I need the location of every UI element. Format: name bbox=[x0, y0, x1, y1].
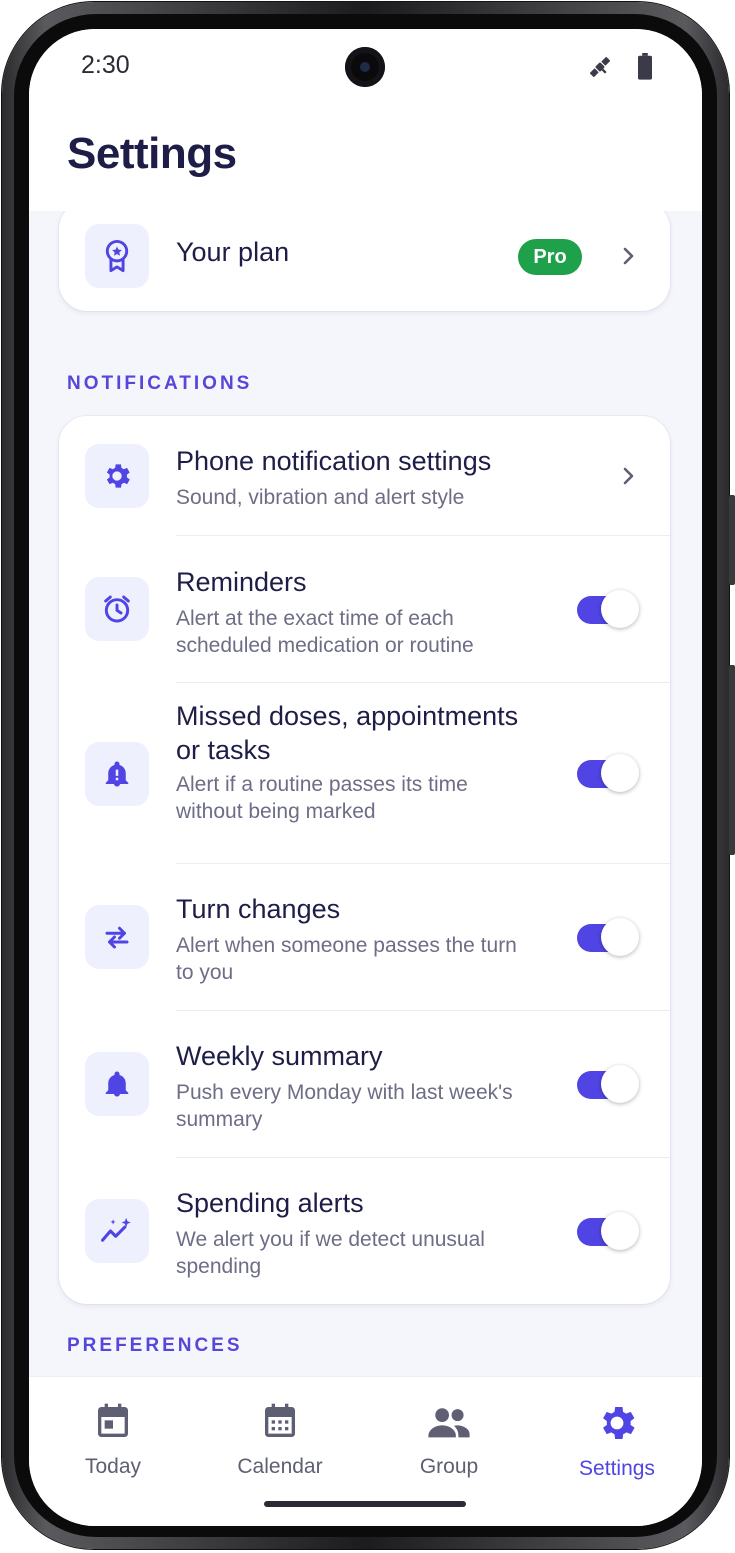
section-notifications: NOTIFICATIONS bbox=[67, 373, 253, 394]
settings-icon-tile bbox=[85, 444, 149, 508]
chevron-right-icon bbox=[623, 467, 634, 485]
nav-item-today[interactable]: Today bbox=[43, 1401, 183, 1479]
nav-label-calendar: Calendar bbox=[237, 1455, 323, 1478]
header: 2:30 Settings bbox=[29, 29, 702, 211]
reminders-title: Reminders bbox=[176, 567, 307, 597]
alarm-clock-icon bbox=[104, 595, 130, 623]
nav-item-calendar[interactable]: Calendar bbox=[210, 1401, 350, 1479]
gear-icon bbox=[106, 464, 130, 488]
group-icon bbox=[428, 1408, 470, 1438]
toggle-knob bbox=[601, 918, 639, 956]
status-icons bbox=[586, 53, 654, 81]
missed-doses-subtitle: Alert if a routine passes its time witho… bbox=[176, 773, 468, 823]
gear-icon bbox=[603, 1407, 635, 1439]
notifications-card: Phone notification settings Sound, vibra… bbox=[59, 416, 670, 1304]
sparkle-trend-icon bbox=[101, 1217, 131, 1242]
reminders-icon-tile bbox=[85, 577, 149, 641]
weekly-summary-subtitle: Push every Monday with last week's summa… bbox=[176, 1081, 513, 1131]
missed-doses-icon-tile bbox=[85, 742, 149, 806]
front-camera bbox=[345, 47, 385, 87]
nav-label-settings: Settings bbox=[579, 1457, 655, 1480]
nav-item-group[interactable]: Group bbox=[379, 1401, 519, 1479]
weekly-summary-title: Weekly summary bbox=[176, 1041, 383, 1071]
turn-changes-toggle[interactable] bbox=[577, 918, 639, 956]
plan-label: Your plan bbox=[176, 237, 290, 267]
section-preferences: PREFERENCES bbox=[67, 1335, 243, 1356]
nav-label-group: Group bbox=[419, 1455, 479, 1478]
screen: 2:30 Settings Your plan Pro NOTIFICATION… bbox=[29, 29, 702, 1526]
home-indicator[interactable] bbox=[264, 1501, 466, 1507]
toggle-knob bbox=[601, 754, 639, 792]
bottom-nav: Today Calendar Group Settings bbox=[29, 1376, 702, 1526]
satellite-icon bbox=[589, 56, 611, 78]
bell-alert-icon bbox=[105, 761, 129, 787]
battery-icon bbox=[638, 53, 652, 80]
phone-settings-title: Phone notification settings bbox=[176, 446, 492, 476]
volume-button bbox=[729, 495, 735, 585]
your-plan-row[interactable]: Your plan Pro bbox=[59, 211, 670, 311]
weekly-summary-icon-tile bbox=[85, 1052, 149, 1116]
spending-alerts-title: Spending alerts bbox=[176, 1188, 364, 1218]
turn-changes-row: Turn changes Alert when someone passes t… bbox=[59, 864, 670, 1011]
reminders-row: Reminders Alert at the exact time of eac… bbox=[59, 536, 670, 683]
power-button bbox=[729, 665, 735, 855]
reminders-subtitle: Alert at the exact time of each schedule… bbox=[176, 607, 474, 657]
missed-doses-title: Missed doses, appointments or tasks bbox=[176, 701, 519, 765]
turn-changes-icon-tile bbox=[85, 905, 149, 969]
bell-icon bbox=[105, 1071, 129, 1097]
missed-doses-row: Missed doses, appointments or tasks Aler… bbox=[59, 683, 670, 864]
page-title: Settings bbox=[67, 129, 237, 178]
spending-alerts-row: Spending alerts We alert you if we detec… bbox=[59, 1158, 670, 1304]
turn-changes-subtitle: Alert when someone passes the turn to yo… bbox=[176, 934, 517, 984]
turn-changes-title: Turn changes bbox=[176, 894, 341, 924]
award-badge-icon bbox=[105, 239, 129, 273]
swap-arrows-icon bbox=[105, 926, 129, 949]
plan-badge: Pro bbox=[518, 239, 582, 275]
weekly-summary-row: Weekly summary Push every Monday with la… bbox=[59, 1011, 670, 1158]
plan-icon-tile bbox=[85, 224, 149, 288]
toggle-knob bbox=[601, 1065, 639, 1103]
phone-frame: 2:30 Settings Your plan Pro NOTIFICATION… bbox=[0, 0, 735, 1553]
weekly-summary-toggle[interactable] bbox=[577, 1065, 639, 1103]
spending-alerts-subtitle: We alert you if we detect unusual spendi… bbox=[176, 1228, 485, 1278]
chevron-right-icon bbox=[623, 247, 634, 265]
status-time: 2:30 bbox=[81, 51, 130, 79]
nav-item-settings[interactable]: Settings bbox=[547, 1401, 687, 1481]
spending-alerts-icon-tile bbox=[85, 1199, 149, 1263]
reminders-toggle[interactable] bbox=[577, 590, 639, 628]
phone-notification-settings-row[interactable]: Phone notification settings Sound, vibra… bbox=[59, 416, 670, 536]
phone-settings-subtitle: Sound, vibration and alert style bbox=[176, 486, 465, 509]
toggle-knob bbox=[601, 1212, 639, 1250]
calendar-today-icon bbox=[98, 1403, 128, 1437]
spending-alerts-toggle[interactable] bbox=[577, 1212, 639, 1250]
missed-doses-toggle[interactable] bbox=[577, 754, 639, 792]
settings-scroll-area[interactable]: Your plan Pro NOTIFICATIONS Phone notifi… bbox=[29, 211, 702, 1376]
toggle-knob bbox=[601, 590, 639, 628]
calendar-month-icon bbox=[265, 1403, 295, 1437]
nav-label-today: Today bbox=[84, 1455, 142, 1478]
